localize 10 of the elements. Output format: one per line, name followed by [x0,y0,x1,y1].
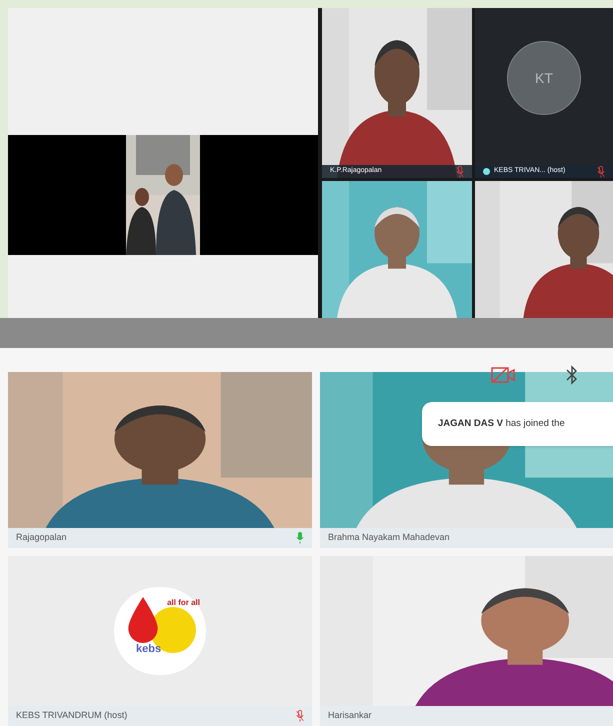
camera-off-icon [490,366,516,384]
bluetooth-icon [566,364,578,386]
participant-name: Harisankar [328,709,373,722]
logo-brand: kebs [136,642,162,656]
notification-text: JAGAN DAS V has joined the [438,416,565,431]
participant-name: Rajagopalan [16,531,68,544]
logo-tagline: all for all [167,597,200,609]
participant-name: Brahma Nayakam Mahadevan [328,531,451,544]
participant-name: KEBS TRIVANDRUM (host) [16,709,128,722]
avatar: KT [507,41,581,115]
